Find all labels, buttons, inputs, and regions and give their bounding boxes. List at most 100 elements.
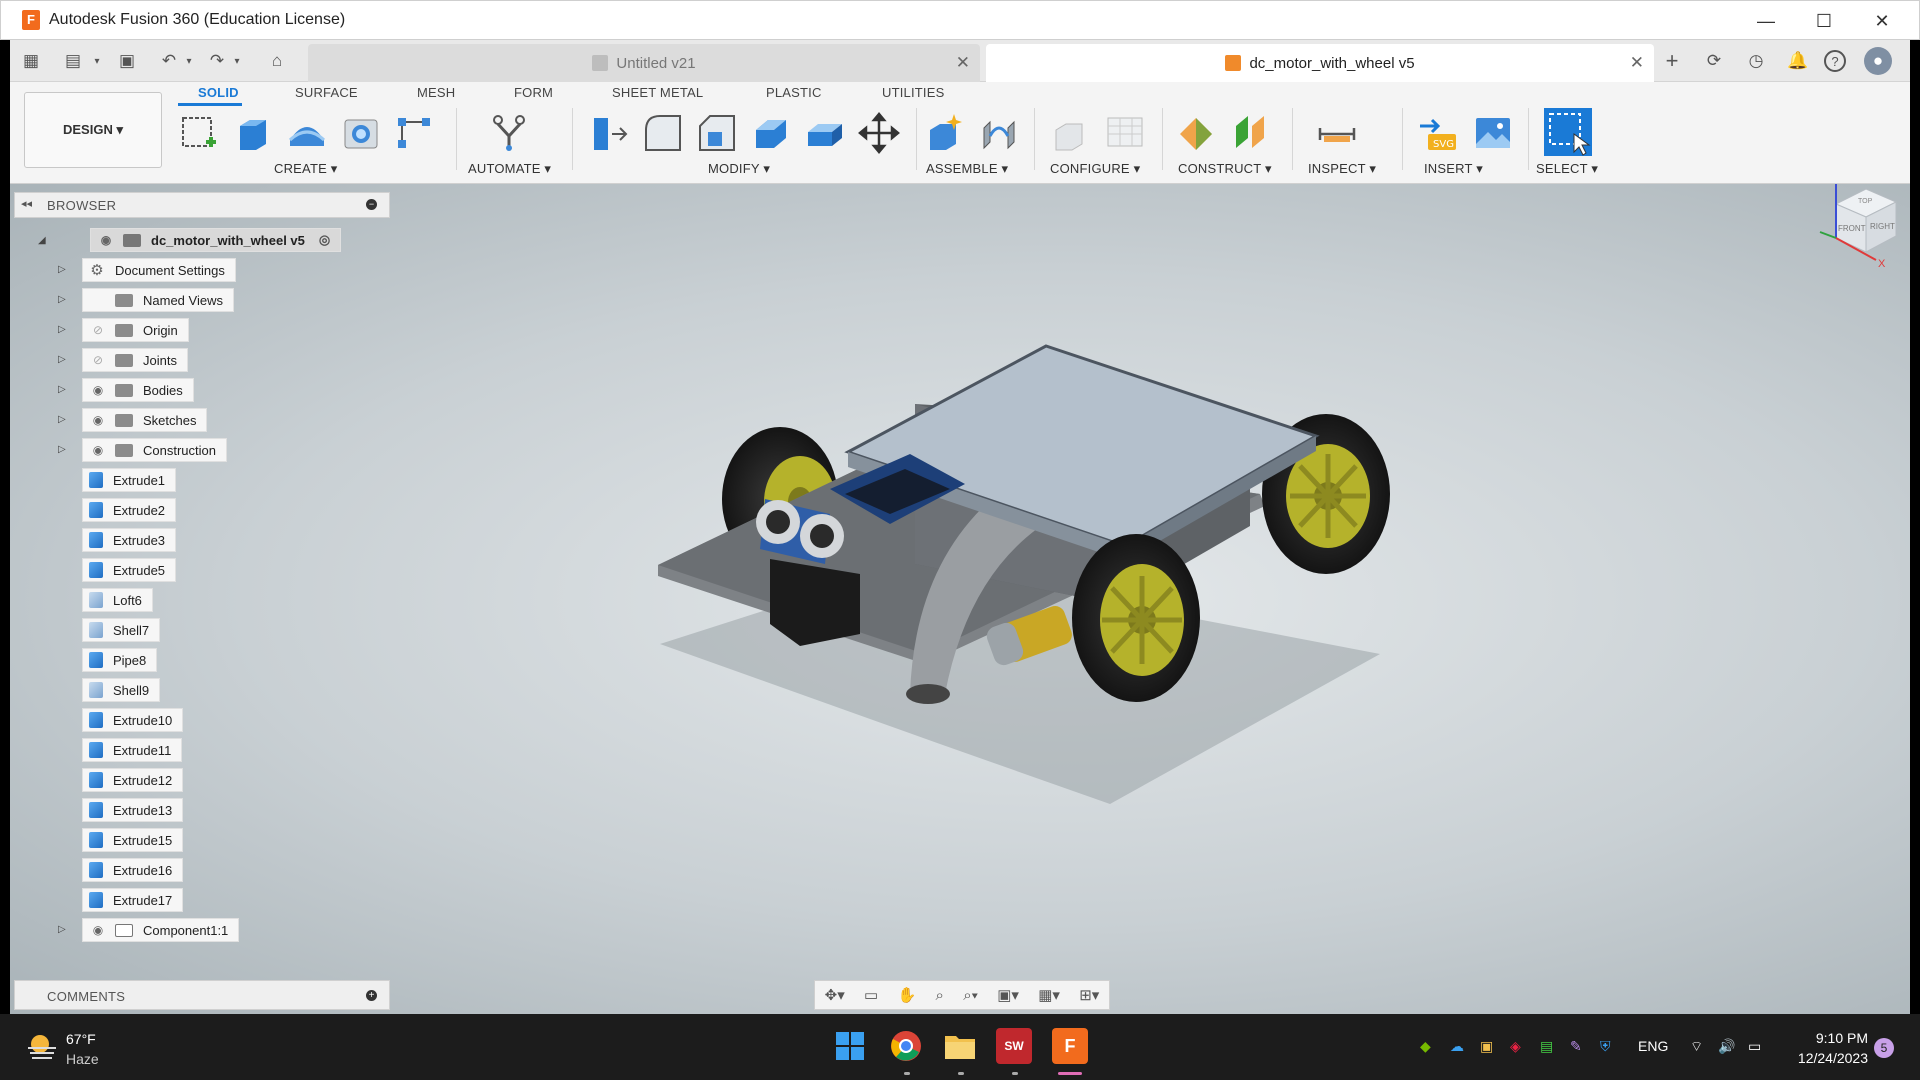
pan-hand-icon[interactable]: ✋ bbox=[898, 986, 917, 1004]
redo-chevron-icon[interactable]: ▾ bbox=[226, 50, 248, 72]
browser-folder-item[interactable]: ◉ Construction bbox=[82, 438, 227, 462]
battery-icon[interactable]: ▭ bbox=[1748, 1038, 1761, 1055]
notifications-bell-icon[interactable]: 🔔 bbox=[1784, 47, 1812, 75]
move-copy-icon[interactable] bbox=[858, 112, 900, 154]
add-comment-icon[interactable]: + bbox=[366, 990, 377, 1001]
browser-options-icon[interactable]: − bbox=[366, 199, 377, 210]
onedrive-tray-icon[interactable]: ☁ bbox=[1450, 1038, 1464, 1055]
timeline-feature-item[interactable]: Extrude10 bbox=[82, 708, 184, 732]
assemble-menu[interactable]: ASSEMBLE ▾ bbox=[926, 161, 1008, 177]
collapse-panel-icon[interactable]: ◂◂ bbox=[21, 197, 32, 210]
visibility-eye-icon[interactable]: ◉ bbox=[87, 383, 109, 397]
zoom-icon[interactable]: ⌕ bbox=[936, 987, 944, 1004]
tab-form[interactable]: FORM bbox=[514, 85, 553, 100]
fusion-360-taskbar-icon[interactable]: F bbox=[1052, 1028, 1088, 1064]
expand-arrow-icon[interactable]: ▷ bbox=[58, 354, 68, 365]
fillet-icon[interactable] bbox=[642, 112, 684, 154]
insert-menu[interactable]: INSERT ▾ bbox=[1424, 161, 1483, 177]
solidworks-icon[interactable]: SW bbox=[996, 1028, 1032, 1064]
zoom-window-icon[interactable]: ⌕▾ bbox=[963, 987, 978, 1004]
measure-icon[interactable] bbox=[1316, 112, 1358, 154]
look-at-icon[interactable]: ▭ bbox=[864, 986, 878, 1004]
browser-folder-item[interactable]: ◉ Bodies bbox=[82, 378, 194, 402]
save-icon[interactable]: ▣ bbox=[116, 50, 138, 72]
tab-plastic[interactable]: PLASTIC bbox=[766, 85, 822, 100]
extrude-icon[interactable] bbox=[232, 112, 274, 154]
tab-dc-motor-with-wheel-v5[interactable]: dc_motor_with_wheel v5 ✕ bbox=[986, 44, 1654, 82]
viewports-icon[interactable]: ⊞▾ bbox=[1079, 986, 1099, 1004]
create-sketch-icon[interactable] bbox=[178, 112, 220, 154]
combine-icon[interactable] bbox=[804, 112, 846, 154]
close-window-button[interactable]: ✕ bbox=[1853, 1, 1911, 41]
timeline-feature-item[interactable]: Extrude12 bbox=[82, 768, 184, 792]
start-windows-icon[interactable] bbox=[832, 1028, 868, 1064]
automate-menu[interactable]: AUTOMATE ▾ bbox=[468, 161, 551, 177]
select-icon[interactable] bbox=[1544, 108, 1592, 156]
tab-sheet-metal[interactable]: SHEET METAL bbox=[612, 85, 703, 100]
timeline-feature-item[interactable]: Extrude11 bbox=[82, 738, 183, 762]
timeline-feature-item[interactable]: Extrude17 bbox=[82, 888, 184, 912]
nvidia-tray-icon[interactable]: ◆ bbox=[1420, 1038, 1431, 1055]
close-tab-icon[interactable]: ✕ bbox=[1630, 53, 1644, 73]
tab-solid[interactable]: SOLID bbox=[198, 85, 239, 100]
undo-icon[interactable]: ↶ bbox=[158, 50, 180, 72]
pattern-icon[interactable] bbox=[394, 112, 436, 154]
tab-untitled-v21[interactable]: Untitled v21 ✕ bbox=[308, 44, 980, 82]
help-icon[interactable]: ? bbox=[1824, 50, 1846, 72]
insert-svg-icon[interactable]: SVG bbox=[1418, 112, 1460, 154]
workspace-switcher-button[interactable]: DESIGN ▾ bbox=[24, 92, 162, 168]
security-shield-icon[interactable]: ⛨ bbox=[1600, 1038, 1611, 1055]
modify-menu[interactable]: MODIFY ▾ bbox=[708, 161, 770, 177]
inspect-menu[interactable]: INSPECT ▾ bbox=[1308, 161, 1376, 177]
expand-arrow-icon[interactable]: ▷ bbox=[58, 324, 68, 335]
hole-icon[interactable] bbox=[340, 112, 382, 154]
weather-haze-icon[interactable] bbox=[26, 1032, 58, 1060]
timeline-feature-item[interactable]: Shell7 bbox=[82, 618, 161, 642]
viewcube[interactable]: Z X TOP FRONT RIGHT bbox=[1806, 184, 1910, 284]
visibility-eye-icon[interactable]: ◉ bbox=[87, 923, 109, 937]
browser-folder-item[interactable]: ⊘ Joints bbox=[82, 348, 188, 372]
browser-folder-item[interactable]: ⚙ Document Settings bbox=[82, 258, 236, 282]
notification-count-badge[interactable]: 5 bbox=[1874, 1038, 1894, 1058]
collapse-root-icon[interactable]: ◢ bbox=[38, 235, 48, 246]
tray-app-icon-2[interactable]: ◈ bbox=[1510, 1038, 1521, 1055]
expand-arrow-icon[interactable]: ▷ bbox=[58, 924, 68, 935]
visibility-eye-icon[interactable]: ◉ bbox=[87, 413, 109, 427]
maximize-button[interactable]: ☐ bbox=[1795, 1, 1853, 41]
visibility-eye-icon[interactable]: ◉ bbox=[95, 233, 117, 247]
comments-panel[interactable]: COMMENTS + bbox=[14, 980, 390, 1010]
expand-arrow-icon[interactable]: ▷ bbox=[58, 384, 68, 395]
chrome-icon[interactable] bbox=[888, 1028, 924, 1064]
language-indicator[interactable]: ENG bbox=[1638, 1038, 1668, 1054]
tray-app-icon[interactable]: ▣ bbox=[1480, 1038, 1493, 1055]
construct-menu[interactable]: CONSTRUCT ▾ bbox=[1178, 161, 1272, 177]
configure-menu[interactable]: CONFIGURE ▾ bbox=[1050, 161, 1140, 177]
minimize-button[interactable]: — bbox=[1737, 1, 1795, 41]
create-menu[interactable]: CREATE ▾ bbox=[274, 161, 338, 177]
expand-arrow-icon[interactable]: ▷ bbox=[58, 294, 68, 305]
configuration-table-icon[interactable] bbox=[1104, 112, 1146, 154]
user-avatar[interactable]: ● bbox=[1864, 47, 1892, 75]
select-menu[interactable]: SELECT ▾ bbox=[1536, 161, 1598, 177]
plane-at-angle-icon[interactable] bbox=[1230, 112, 1272, 154]
extensions-icon[interactable]: ⟳ bbox=[1700, 47, 1728, 75]
wifi-icon[interactable]: ⌔ bbox=[1690, 1038, 1703, 1056]
redo-icon[interactable]: ↷ bbox=[206, 50, 228, 72]
hidden-eye-icon[interactable]: ⊘ bbox=[87, 323, 109, 337]
joint-icon[interactable] bbox=[978, 112, 1020, 154]
offset-plane-icon[interactable] bbox=[1176, 112, 1218, 154]
tab-mesh[interactable]: MESH bbox=[417, 85, 455, 100]
file-menu-icon[interactable]: ▤ bbox=[62, 50, 84, 72]
timeline-feature-item[interactable]: Extrude2 bbox=[82, 498, 177, 522]
browser-folder-item[interactable]: ⊘ Origin bbox=[82, 318, 189, 342]
configure-model-icon[interactable] bbox=[1050, 112, 1092, 154]
file-explorer-folder-icon[interactable] bbox=[942, 1028, 978, 1064]
pen-tray-icon[interactable]: ✎ bbox=[1570, 1038, 1582, 1055]
weather-desc[interactable]: Haze bbox=[66, 1051, 99, 1067]
chamfer-icon[interactable] bbox=[696, 112, 738, 154]
automate-icon[interactable] bbox=[488, 112, 530, 154]
clock-time[interactable]: 9:10 PM bbox=[1798, 1030, 1868, 1046]
browser-folder-item[interactable]: ◉ Sketches bbox=[82, 408, 208, 432]
activate-radio-icon[interactable]: ◎ bbox=[319, 232, 330, 248]
tray-app-icon-3[interactable]: ▤ bbox=[1540, 1038, 1553, 1055]
